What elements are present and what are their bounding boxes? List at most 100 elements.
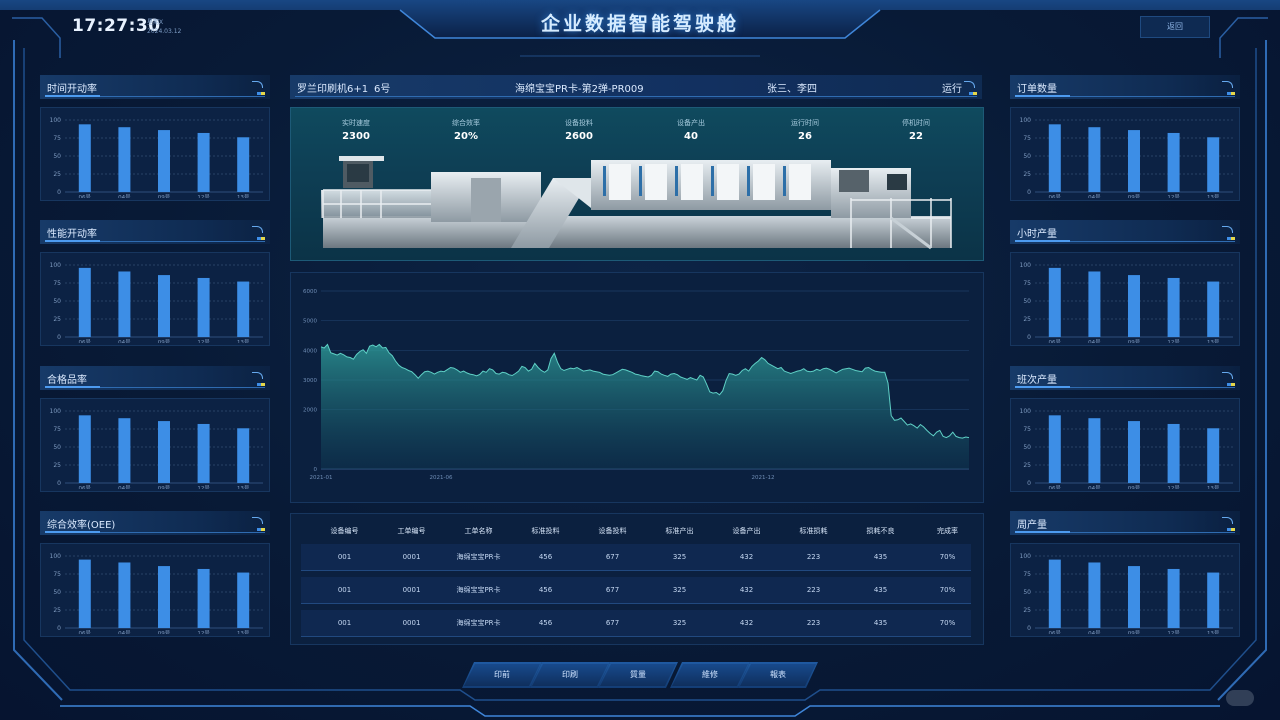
bar-chart: 100 75 50 25 0 06号 04号 09号 12号 13号 bbox=[1010, 543, 1240, 637]
bar-chart-svg: 100 75 50 25 0 06号 04号 09号 12号 13号 bbox=[50, 262, 263, 343]
y-tick-label: 75 bbox=[1023, 280, 1031, 287]
table-cell: 0001 bbox=[402, 586, 421, 594]
x-tick-label: 12号 bbox=[1167, 485, 1180, 489]
bar-chart: 100 75 50 25 0 06号 04号 09号 12号 13号 bbox=[1010, 252, 1240, 346]
bar bbox=[197, 568, 210, 628]
corner-arc-icon bbox=[252, 372, 263, 379]
bar bbox=[1088, 271, 1101, 337]
back-button[interactable]: 返回 bbox=[1140, 16, 1210, 38]
table-cell: 456 bbox=[538, 553, 553, 561]
table-cell: 70% bbox=[939, 586, 956, 594]
date-text: 2024.03.12 bbox=[147, 28, 182, 35]
y-tick-label: 75 bbox=[53, 135, 61, 142]
indicator-dots bbox=[1227, 237, 1235, 240]
y-tick-label: 3000 bbox=[303, 378, 317, 384]
table-row[interactable]: 001 0001 海绵宝宝PR卡 456 677 325 432 223 435 70% bbox=[301, 577, 971, 604]
y-tick-label: 0 bbox=[57, 480, 61, 487]
column-header: 工单名称 bbox=[464, 527, 493, 535]
y-tick-label: 50 bbox=[1023, 444, 1031, 451]
panel-title: 小时产量 bbox=[1017, 229, 1057, 240]
y-tick-label: 5000 bbox=[303, 319, 317, 325]
bar bbox=[1088, 418, 1101, 483]
x-tick-label: 04号 bbox=[118, 485, 131, 489]
table-cell: 001 bbox=[337, 586, 352, 594]
corner-arc-icon bbox=[1222, 81, 1233, 88]
page-title: 企业数据智能驾驶舱 bbox=[540, 13, 739, 35]
y-tick-label: 0 bbox=[1027, 334, 1031, 341]
bar bbox=[1167, 423, 1180, 483]
x-tick-label: 12号 bbox=[1167, 194, 1180, 198]
machine-info-bar: 罗兰印刷机6+1 6号 海绵宝宝PR卡-第2弹-PR009 张三、李四 运行 bbox=[290, 75, 982, 99]
table-cell: 70% bbox=[939, 553, 956, 561]
bar bbox=[1167, 277, 1180, 337]
x-tick-label: 09号 bbox=[158, 339, 171, 343]
bar bbox=[1207, 428, 1220, 483]
bar bbox=[158, 275, 170, 337]
x-tick-label: 04号 bbox=[1088, 630, 1101, 634]
x-tick-label: 2021-12 bbox=[752, 475, 775, 481]
indicator-dots bbox=[969, 92, 977, 95]
y-tick-label: 50 bbox=[1023, 153, 1031, 160]
panel-header: 周产量 bbox=[1010, 511, 1240, 535]
bar-chart: 100 75 50 25 0 06号 04号 09号 12号 13号 bbox=[40, 107, 270, 201]
nav-button-2[interactable]: 質量 bbox=[598, 662, 678, 688]
bar bbox=[1088, 562, 1101, 628]
panel-underline bbox=[1015, 531, 1235, 533]
bar-chart: 100 75 50 25 0 06号 04号 09号 12号 13号 bbox=[1010, 398, 1240, 492]
x-tick-label: 04号 bbox=[118, 194, 131, 198]
table-cell: 海绵宝宝PR卡 bbox=[456, 553, 501, 561]
panel-header: 小时产量 bbox=[1010, 220, 1240, 244]
nav-button-4[interactable]: 報表 bbox=[738, 662, 818, 688]
column-header: 设备投料 bbox=[598, 527, 627, 535]
panel-header: 合格品率 bbox=[40, 366, 270, 390]
indicator-dots bbox=[257, 528, 265, 531]
table-row[interactable]: 001 0001 海绵宝宝PR卡 456 677 325 432 223 435 70% bbox=[301, 544, 971, 571]
bar bbox=[1128, 566, 1140, 628]
corner-arc-icon bbox=[252, 226, 263, 233]
y-tick-label: 25 bbox=[53, 171, 61, 178]
x-tick-label: 13号 bbox=[1207, 194, 1220, 198]
table-cell: 海绵宝宝PR卡 bbox=[456, 619, 501, 627]
machine-name: 罗兰印刷机6+1 bbox=[297, 84, 369, 95]
panel-underline bbox=[1015, 240, 1235, 242]
panel-header: 性能开动率 bbox=[40, 220, 270, 244]
x-tick-label: 09号 bbox=[1128, 630, 1141, 634]
corner-arc-icon bbox=[1222, 517, 1233, 524]
x-tick-label: 13号 bbox=[1207, 339, 1220, 343]
y-tick-label: 0 bbox=[1027, 189, 1031, 196]
bar-chart: 100 75 50 25 0 06号 04号 09号 12号 13号 bbox=[40, 543, 270, 637]
table-cell: 432 bbox=[739, 586, 754, 594]
job-name: 海绵宝宝PR卡-第2弹-PR009 bbox=[515, 84, 644, 95]
header-underline bbox=[295, 96, 977, 97]
y-tick-label: 25 bbox=[1023, 316, 1031, 323]
indicator-dots bbox=[257, 92, 265, 95]
y-tick-label: 6000 bbox=[303, 289, 317, 295]
x-tick-label: 06号 bbox=[79, 485, 92, 489]
panel-title: 性能开动率 bbox=[47, 229, 97, 240]
x-tick-label: 06号 bbox=[79, 630, 92, 634]
bar-chart-svg: 100 75 50 25 0 06号 04号 09号 12号 13号 bbox=[1020, 553, 1233, 634]
x-tick-label: 09号 bbox=[158, 630, 171, 634]
bar bbox=[1128, 275, 1140, 337]
y-tick-label: 0 bbox=[57, 334, 61, 341]
table-cell: 677 bbox=[605, 586, 620, 594]
y-tick-label: 100 bbox=[50, 117, 62, 124]
machine-panel: 实时速度 2300 综合效率 20% 设备投料 2600 设备产出 40 运行时间 26 停机时间 2… bbox=[290, 107, 984, 261]
corner-arc-icon bbox=[252, 517, 263, 524]
right-panel-1: 小时产量 100 75 50 25 0 06号 04号 09号 12号 13号 bbox=[1010, 220, 1240, 346]
table-cell: 432 bbox=[739, 553, 754, 561]
output-trend-chart: 6000 5000 4000 3000 2000 0 2021-01 2021-06 2021-… bbox=[290, 272, 984, 503]
work-order-table: 设备编号 工单编号 工单名称 标准投料 设备投料 标准产出 设备产出 标准损耗 损耗不良 完成率 0… bbox=[290, 513, 984, 645]
panel-underline bbox=[1015, 386, 1235, 388]
table-cell: 0001 bbox=[402, 553, 421, 561]
bar bbox=[158, 421, 170, 483]
table-cell: 0001 bbox=[402, 619, 421, 627]
indicator-dots bbox=[1227, 528, 1235, 531]
column-header: 完成率 bbox=[937, 527, 958, 535]
x-tick-label: 09号 bbox=[158, 485, 171, 489]
table-row[interactable]: 001 0001 海绵宝宝PR卡 456 677 325 432 223 435 70% bbox=[301, 610, 971, 637]
x-tick-label: 12号 bbox=[197, 630, 210, 634]
bar bbox=[1088, 127, 1101, 192]
table-cell: 677 bbox=[605, 619, 620, 627]
bar bbox=[1167, 132, 1180, 192]
